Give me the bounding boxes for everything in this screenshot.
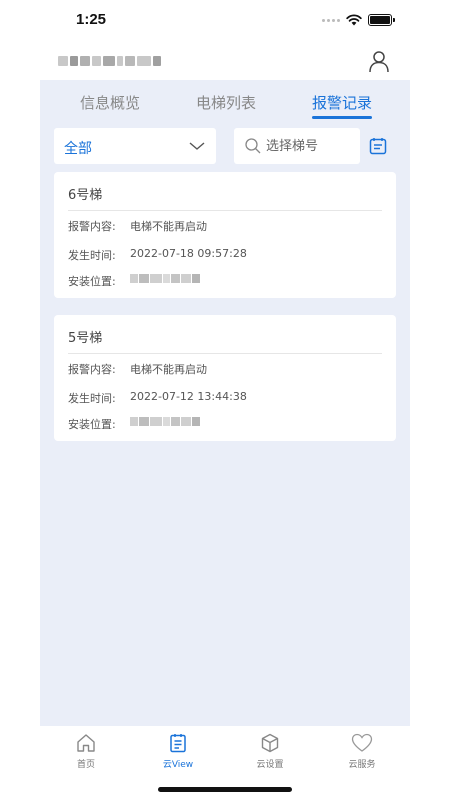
install-location-label: 安装位置: bbox=[68, 418, 116, 431]
chevron-down-icon bbox=[189, 142, 205, 150]
home-indicator[interactable] bbox=[158, 787, 292, 792]
install-location-redacted bbox=[130, 273, 200, 284]
wifi-icon bbox=[346, 14, 362, 26]
alarm-content-value: 电梯不能再启动 bbox=[130, 363, 207, 376]
filter-selected-value: 全部 bbox=[64, 141, 92, 157]
install-location-redacted bbox=[130, 416, 200, 427]
occur-time-row: 发生时间: 2022-07-12 13:44:38 bbox=[68, 390, 247, 406]
nav-home[interactable]: 首页 bbox=[56, 732, 116, 770]
install-location-row: 安装位置: bbox=[68, 273, 200, 289]
cube-icon bbox=[261, 733, 279, 753]
occur-time-row: 发生时间: 2022-07-18 09:57:28 bbox=[68, 247, 247, 263]
nav-cloud-service[interactable]: 云服务 bbox=[332, 732, 392, 770]
occur-time-value: 2022-07-18 09:57:28 bbox=[130, 247, 247, 260]
install-location-row: 安装位置: bbox=[68, 416, 200, 432]
alarm-content-label: 报警内容: bbox=[68, 220, 116, 233]
nav-cloud-view[interactable]: 云View bbox=[148, 732, 208, 770]
bottom-nav: 首页 云View 云设置 云服务 bbox=[40, 726, 410, 774]
nav-cloud-settings-label: 云设置 bbox=[256, 760, 284, 770]
main-content: 信息概览 电梯列表 报警记录 全部 6号梯 报警内容: 电梯不能再启动 发生时间… bbox=[40, 80, 410, 726]
alarm-content-row: 报警内容: 电梯不能再启动 bbox=[68, 361, 207, 377]
alarm-content-row: 报警内容: 电梯不能再启动 bbox=[68, 218, 207, 234]
status-bar: 1:25 bbox=[0, 0, 450, 44]
elevator-number: 5号梯 bbox=[68, 331, 103, 346]
app-title-redacted bbox=[58, 54, 161, 68]
tab-bar: 信息概览 电梯列表 报警记录 bbox=[40, 80, 410, 124]
occur-time-value: 2022-07-12 13:44:38 bbox=[130, 390, 247, 403]
install-location-label: 安装位置: bbox=[68, 275, 116, 288]
active-tab-indicator bbox=[312, 116, 372, 119]
clipboard-icon bbox=[170, 734, 186, 753]
tab-overview[interactable]: 信息概览 bbox=[80, 92, 140, 113]
heart-icon bbox=[351, 733, 373, 752]
calendar-icon[interactable] bbox=[368, 136, 388, 156]
status-time: 1:25 bbox=[76, 11, 107, 28]
battery-icon bbox=[368, 14, 395, 26]
home-icon bbox=[77, 734, 95, 752]
divider bbox=[68, 210, 382, 211]
tab-elevator-list[interactable]: 电梯列表 bbox=[196, 92, 256, 113]
nav-home-label: 首页 bbox=[76, 760, 95, 770]
alarm-filter-select[interactable]: 全部 bbox=[54, 128, 216, 164]
search-icon bbox=[245, 138, 261, 154]
occur-time-label: 发生时间: bbox=[68, 392, 116, 405]
user-icon[interactable] bbox=[366, 48, 392, 74]
app-header bbox=[40, 44, 410, 80]
alarm-card[interactable]: 5号梯 报警内容: 电梯不能再启动 发生时间: 2022-07-12 13:44… bbox=[54, 315, 396, 441]
nav-cloud-view-label: 云View bbox=[162, 760, 194, 770]
status-icons bbox=[322, 14, 395, 26]
nav-cloud-settings[interactable]: 云设置 bbox=[240, 732, 300, 770]
signal-icon bbox=[322, 18, 340, 22]
alarm-content-label: 报警内容: bbox=[68, 363, 116, 376]
alarm-content-value: 电梯不能再启动 bbox=[130, 220, 207, 233]
elevator-number: 6号梯 bbox=[68, 188, 103, 203]
elevator-search-input[interactable] bbox=[266, 135, 354, 157]
occur-time-label: 发生时间: bbox=[68, 249, 116, 262]
elevator-search-box[interactable] bbox=[234, 128, 360, 164]
divider bbox=[68, 353, 382, 354]
tab-alarm-records[interactable]: 报警记录 bbox=[312, 92, 372, 113]
alarm-card[interactable]: 6号梯 报警内容: 电梯不能再启动 发生时间: 2022-07-18 09:57… bbox=[54, 172, 396, 298]
nav-cloud-service-label: 云服务 bbox=[348, 760, 376, 770]
